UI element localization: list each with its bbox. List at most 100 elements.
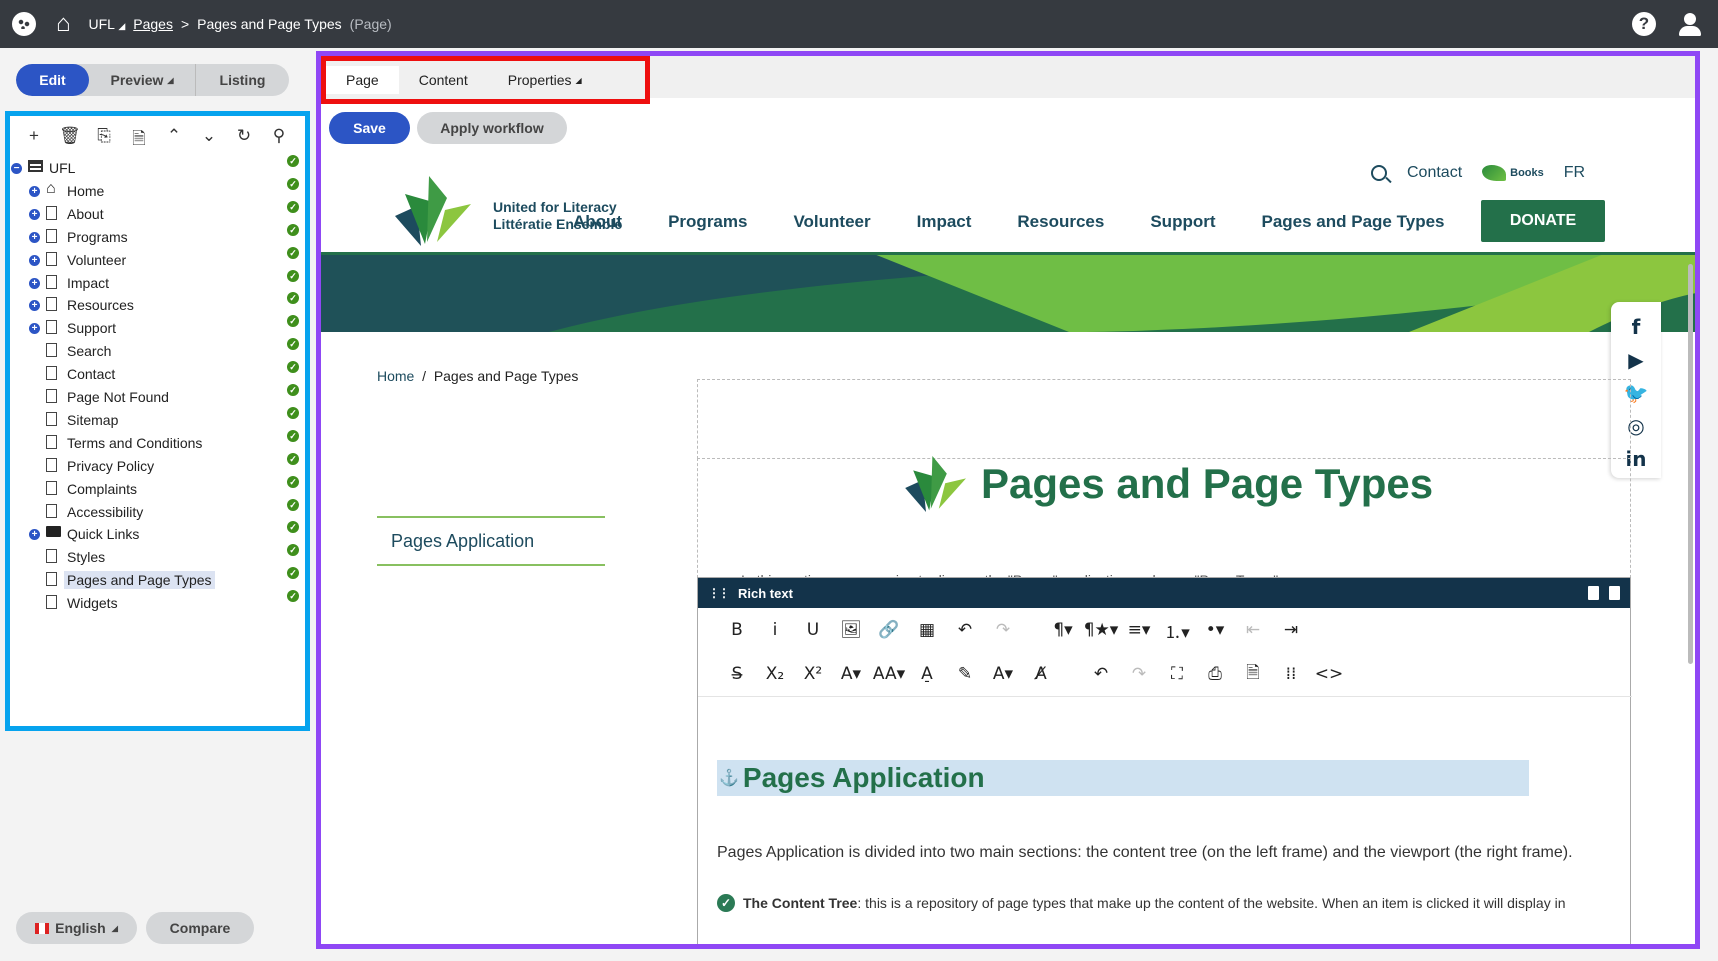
tree-node-label[interactable]: About: [64, 205, 107, 223]
inline-style-icon[interactable]: A▾: [984, 664, 1022, 684]
breadcrumb-home-link[interactable]: Home: [377, 368, 414, 384]
expand-icon[interactable]: +: [29, 300, 40, 312]
paragraph-format-icon[interactable]: ¶▾: [1044, 620, 1082, 640]
tree-node[interactable]: + Resources ✓: [10, 292, 300, 317]
trash-icon[interactable]: [1609, 586, 1620, 600]
tree-node-label[interactable]: UFL: [46, 159, 78, 177]
italic-icon[interactable]: i: [756, 620, 794, 640]
home-icon[interactable]: ⌂: [56, 10, 71, 38]
site-nav-item[interactable]: Programs: [668, 212, 747, 232]
tree-node[interactable]: Accessibility ✓: [10, 498, 300, 524]
edit-mode-button[interactable]: Edit: [16, 64, 89, 96]
tree-node[interactable]: Pages and Page Types ✓: [10, 567, 300, 592]
tree-node[interactable]: + Volunteer ✓: [10, 246, 300, 272]
font-size-icon[interactable]: AA▾: [870, 664, 908, 684]
youtube-icon[interactable]: ▶: [1628, 349, 1643, 372]
site-nav-item[interactable]: Impact: [917, 212, 972, 232]
tree-node[interactable]: + About ✓: [10, 200, 300, 226]
books-logo[interactable]: Books: [1482, 165, 1544, 181]
apply-workflow-button[interactable]: Apply workflow: [417, 112, 567, 144]
select-all-icon[interactable]: ⁞⁞: [1272, 664, 1310, 684]
brand-logo-icon[interactable]: [391, 176, 471, 246]
tab-properties[interactable]: Properties ◢: [488, 66, 602, 94]
paste-icon[interactable]: 🗎: [129, 126, 149, 156]
site-nav-item[interactable]: Resources: [1017, 212, 1104, 232]
tree-node[interactable]: + Impact ✓: [10, 269, 300, 295]
tree-node[interactable]: Privacy Policy ✓: [10, 452, 300, 478]
clear-format-icon[interactable]: A̸: [1022, 664, 1060, 684]
save-button[interactable]: Save: [329, 112, 410, 144]
superscript-icon[interactable]: X²: [794, 664, 832, 684]
tree-node-label[interactable]: Pages and Page Types: [64, 571, 215, 590]
search-icon[interactable]: ⚲: [269, 126, 289, 156]
refresh-icon[interactable]: ↻: [234, 126, 254, 156]
listing-mode-button[interactable]: Listing: [196, 64, 289, 96]
site-nav-item[interactable]: Volunteer: [793, 212, 870, 232]
help-icon[interactable]: ?: [1632, 12, 1656, 36]
add-icon[interactable]: +: [24, 126, 44, 156]
editor-paragraph[interactable]: Pages Application is divided into two ma…: [717, 844, 1573, 862]
redo-icon[interactable]: ↷: [1120, 664, 1158, 684]
tree-node-label[interactable]: Accessibility: [64, 503, 146, 521]
site-nav-item[interactable]: About: [573, 212, 622, 232]
align-icon[interactable]: ≡▾: [1120, 620, 1158, 640]
code-view-icon[interactable]: <>: [1310, 664, 1348, 684]
tree-node[interactable]: Search ✓: [10, 338, 300, 363]
collapse-icon[interactable]: −: [11, 163, 22, 174]
print-icon[interactable]: ⎙: [1196, 664, 1234, 684]
tree-node-label[interactable]: Contact: [64, 365, 118, 383]
ordered-list-icon[interactable]: ⒈▾: [1158, 618, 1196, 643]
tab-page[interactable]: Page: [326, 66, 399, 94]
tree-node-label[interactable]: Styles: [64, 548, 108, 566]
tree-node-label[interactable]: Home: [64, 182, 107, 200]
indent-icon[interactable]: ⇥: [1272, 620, 1310, 640]
tree-node[interactable]: + Programs ✓: [10, 223, 300, 249]
expand-icon[interactable]: +: [29, 529, 40, 541]
vertical-scrollbar[interactable]: [1687, 264, 1695, 924]
tree-node-label[interactable]: Support: [64, 319, 119, 337]
fullscreen-icon[interactable]: ⛶: [1158, 664, 1196, 684]
preview-mode-button[interactable]: Preview ◢: [89, 64, 196, 96]
highlight-icon[interactable]: ✎: [946, 664, 984, 684]
site-nav-item[interactable]: Support: [1150, 212, 1215, 232]
pdf-icon[interactable]: 🗎: [1234, 660, 1272, 689]
tree-node[interactable]: + ⌂ Home ✓: [10, 177, 300, 203]
expand-icon[interactable]: +: [29, 254, 40, 266]
image-icon[interactable]: 🖼: [832, 620, 870, 640]
site-selector[interactable]: UFL ◢: [89, 16, 126, 32]
compare-button[interactable]: Compare: [146, 912, 254, 944]
delete-icon[interactable]: 🗑: [59, 126, 81, 156]
subscript-icon[interactable]: X₂: [756, 664, 794, 684]
tree-node-label[interactable]: Sitemap: [64, 411, 121, 429]
bold-icon[interactable]: B: [718, 620, 756, 640]
tree-node-label[interactable]: Complaints: [64, 480, 140, 498]
tree-node[interactable]: − UFL ✓: [10, 155, 300, 180]
undo-icon[interactable]: ↶: [1082, 664, 1120, 684]
undo-icon[interactable]: ↶: [946, 620, 984, 640]
tree-node-label[interactable]: Terms and Conditions: [64, 434, 205, 452]
editor-heading[interactable]: ⚓ Pages Application: [717, 760, 1529, 796]
font-family-icon[interactable]: A▾: [832, 664, 870, 684]
underline-icon[interactable]: U: [794, 620, 832, 640]
copy-icon[interactable]: [1588, 586, 1599, 600]
side-nav-link[interactable]: Pages Application: [377, 516, 605, 566]
site-nav-item[interactable]: Pages and Page Types: [1262, 212, 1445, 232]
text-color-icon[interactable]: A̠: [908, 664, 946, 684]
tree-node[interactable]: + Support ✓: [10, 315, 300, 340]
link-icon[interactable]: 🔗: [870, 620, 908, 640]
site-search-icon[interactable]: [1371, 165, 1387, 181]
user-icon[interactable]: [1678, 12, 1702, 36]
tree-node[interactable]: Complaints ✓: [10, 475, 300, 501]
tree-node[interactable]: Terms and Conditions ✓: [10, 429, 300, 455]
tree-node[interactable]: Styles ✓: [10, 544, 300, 569]
crumb-pages-link[interactable]: Pages: [133, 16, 173, 32]
facebook-icon[interactable]: f: [1632, 316, 1641, 339]
tree-node-label[interactable]: Programs: [64, 228, 131, 246]
unordered-list-icon[interactable]: •▾: [1196, 620, 1234, 640]
site-language-link[interactable]: FR: [1564, 164, 1585, 182]
tree-node[interactable]: + Quick Links ✓: [10, 521, 300, 546]
tree-node-label[interactable]: Search: [64, 342, 114, 360]
language-selector[interactable]: English ◢: [16, 912, 137, 944]
copy-icon[interactable]: ⎘: [94, 126, 114, 156]
editor-bullet[interactable]: ✓ The Content Tree: this is a repository…: [717, 894, 1566, 912]
